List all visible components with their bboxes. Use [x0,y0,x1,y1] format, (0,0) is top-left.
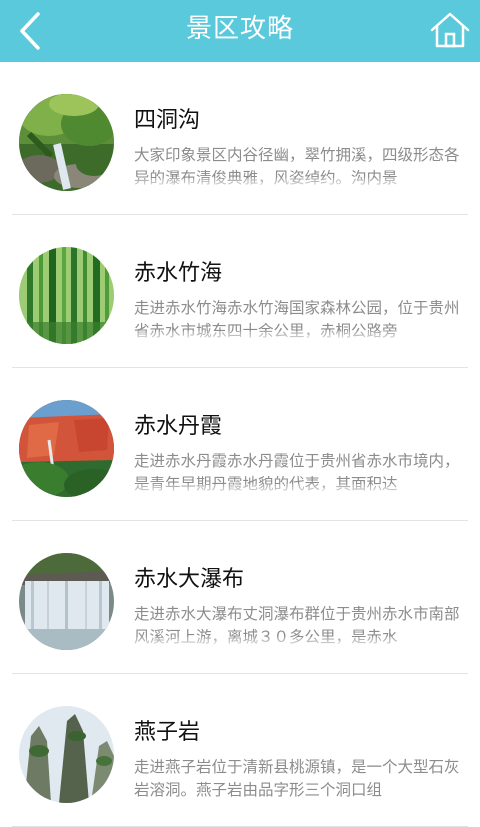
attraction-list: 四洞沟 大家印象景区内谷径幽，翠竹拥溪，四级形态各异的瀑布清俊典雅，风姿绰约。沟… [0,62,480,827]
top-bar: 景区攻略 [0,0,480,62]
list-item[interactable]: 赤水丹霞 走进赤水丹霞赤水丹霞位于贵州省赤水市境内，是青年早期丹霞地貌的代表，其… [0,368,480,521]
attraction-description: 走进燕子岩位于清新县桃源镇，是一个大型石灰岩溶洞。燕子岩由品字形三个洞口组 [134,758,460,799]
attraction-thumbnail [19,94,114,191]
text-fade [134,331,464,345]
attraction-title: 四洞沟 [134,108,201,133]
attraction-title: 燕子岩 [134,720,201,745]
text-fade [134,178,464,192]
attraction-title: 赤水竹海 [134,261,223,286]
attraction-thumbnail [19,706,114,803]
page-title: 景区攻略 [185,14,294,44]
list-item[interactable]: 赤水大瀑布 走进赤水大瀑布丈洞瀑布群位于贵州赤水市南部风溪河上游，离城３０多公里… [0,521,480,674]
attraction-title: 赤水大瀑布 [134,567,245,592]
attraction-thumbnail [19,247,114,344]
attraction-title: 赤水丹霞 [134,414,223,439]
list-item[interactable]: 燕子岩 走进燕子岩位于清新县桃源镇，是一个大型石灰岩溶洞。燕子岩由品字形三个洞口… [0,674,480,827]
home-button[interactable] [428,10,472,52]
attraction-thumbnail [19,400,114,497]
list-item[interactable]: 四洞沟 大家印象景区内谷径幽，翠竹拥溪，四级形态各异的瀑布清俊典雅，风姿绰约。沟… [0,62,480,215]
text-fade [134,637,464,651]
text-fade [134,484,464,498]
list-item[interactable]: 赤水竹海 走进赤水竹海赤水竹海国家森林公园，位于贵州省赤水市城东四十余公里，赤桐… [0,215,480,368]
attraction-thumbnail [19,553,114,650]
home-icon [430,12,470,48]
